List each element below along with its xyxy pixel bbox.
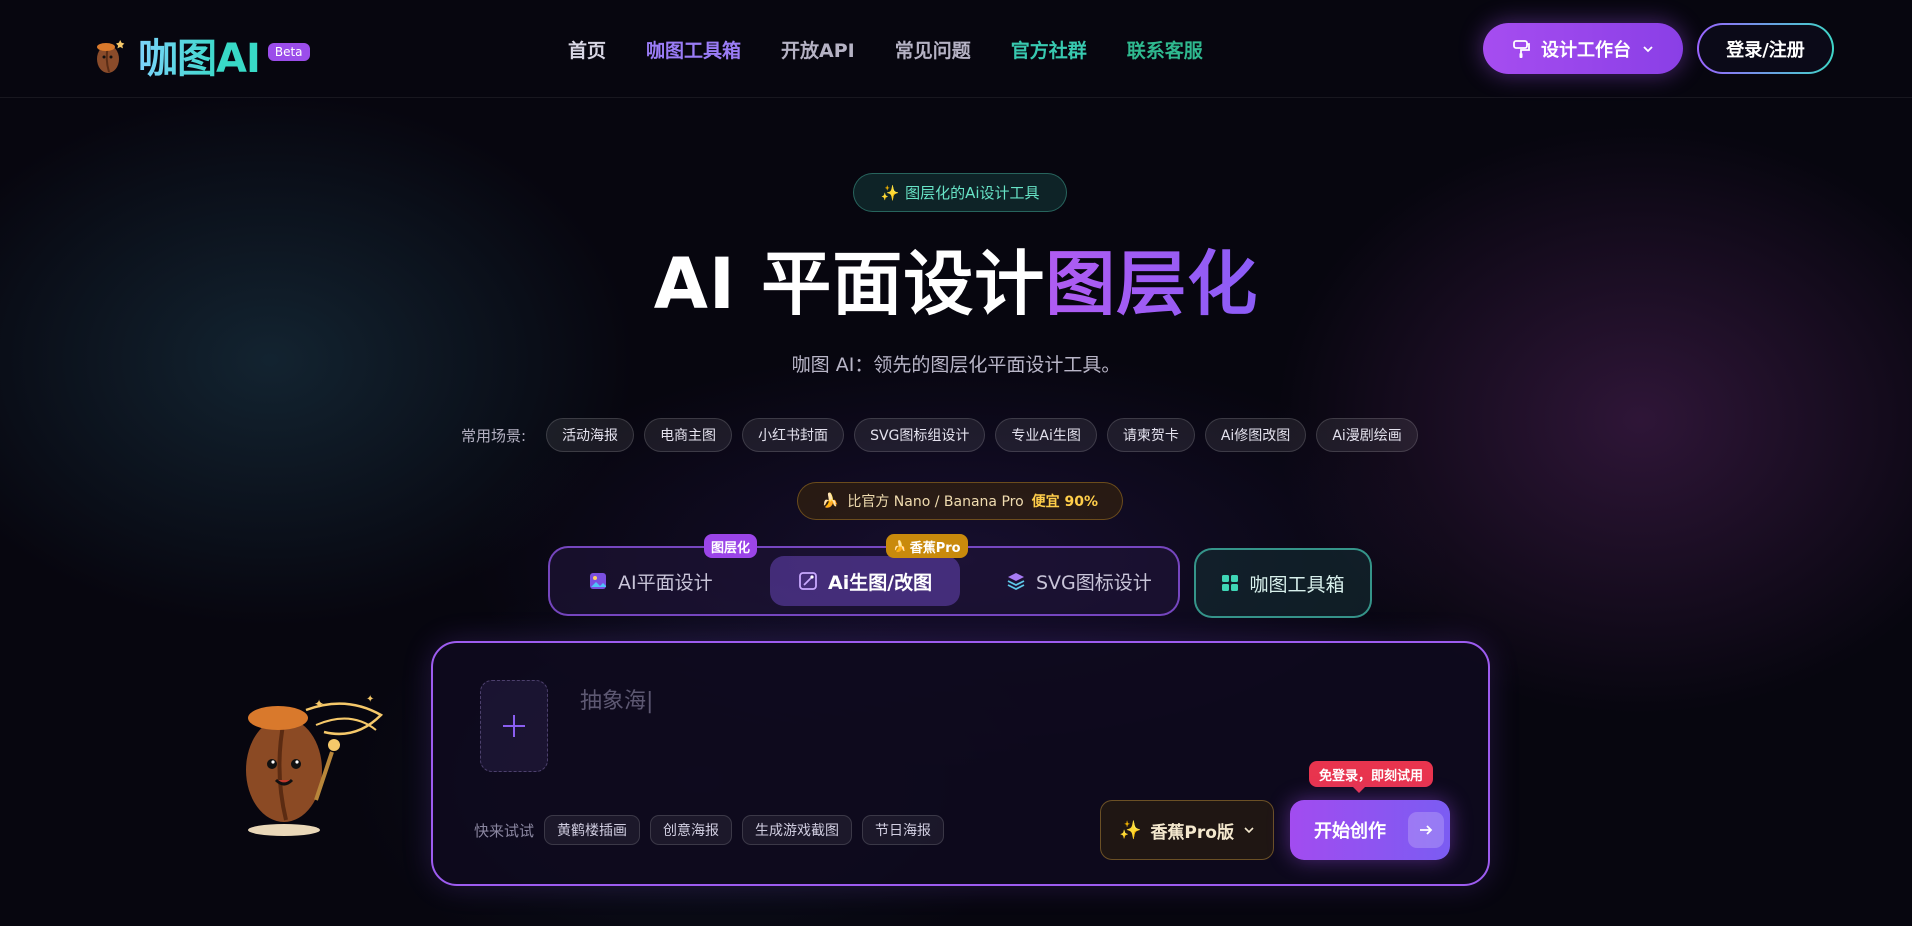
scene-chip[interactable]: Ai漫剧绘画: [1316, 418, 1418, 452]
plus-icon: [503, 715, 525, 737]
scene-chip[interactable]: 专业Ai生图: [995, 418, 1097, 452]
login-button[interactable]: 登录/注册: [1697, 23, 1834, 74]
nav-faq[interactable]: 常见问题: [895, 36, 971, 63]
mode-tabs: AI平面设计 图层化 Ai生图/改图 🍌 香蕉Pro SVG图标设计: [548, 534, 1180, 616]
scene-chip[interactable]: 活动海报: [546, 418, 635, 452]
coffee-bean-wizard-mascot: ✦ ✦: [246, 694, 384, 836]
chevron-down-icon: [1643, 45, 1653, 52]
arrow-right-icon: [1408, 812, 1444, 848]
sparkle-icon: ✨: [880, 183, 900, 202]
layered-badge: 图层化: [704, 534, 758, 558]
price-promo-badge: 🍌 比官方 Nano / Banana Pro 便宜 90%: [797, 482, 1123, 520]
tab-ai-image-edit[interactable]: Ai生图/改图: [770, 556, 960, 606]
scene-chip[interactable]: Ai修图改图: [1204, 418, 1307, 452]
layers-icon: [1007, 573, 1025, 591]
toolbox-label: 咖图工具箱: [1249, 573, 1345, 596]
scene-chip[interactable]: 请柬贺卡: [1106, 418, 1195, 452]
quick-try-chip[interactable]: 黄鹤楼插画: [544, 815, 641, 845]
hero-title-accent: 图层化: [1045, 243, 1259, 325]
toolbox-button[interactable]: 咖图工具箱: [1194, 548, 1372, 618]
nav-community[interactable]: 官方社群: [1011, 36, 1087, 63]
start-create-button[interactable]: 开始创作: [1290, 800, 1450, 860]
nav-toolbox[interactable]: 咖图工具箱: [646, 36, 741, 63]
workspace-button[interactable]: 设计工作台: [1483, 23, 1683, 74]
top-header: 咖图AI Beta 首页 咖图工具箱 开放API 常见问题 官方社群 联系客服 …: [0, 0, 1912, 98]
badge-text: 香蕉Pro: [909, 540, 961, 556]
upload-image-button[interactable]: [480, 680, 548, 772]
brand-name: 咖图AI: [138, 26, 261, 84]
nav-home[interactable]: 首页: [568, 36, 606, 63]
hero-title: AI 平面设计图层化: [0, 228, 1912, 329]
nav-open-api[interactable]: 开放API: [781, 36, 855, 63]
tagline-text: 图层化的Ai设计工具: [905, 184, 1040, 202]
sparkle-icon: ✨: [1119, 819, 1142, 841]
magic-image-icon: [799, 572, 817, 590]
model-label: 香蕉Pro版: [1150, 822, 1234, 843]
quick-try-chip[interactable]: 生成游戏截图: [742, 815, 853, 845]
scene-chip[interactable]: 小红书封面: [742, 418, 845, 452]
image-icon: [590, 573, 606, 589]
banana-pro-badge: 🍌 香蕉Pro: [886, 534, 968, 558]
quick-try-chip[interactable]: 节日海报: [862, 815, 945, 845]
quick-try-row: 快来试试 黄鹤楼插画 创意海报 生成游戏截图 节日海报: [474, 815, 945, 845]
tab-label: AI平面设计: [618, 571, 713, 594]
tab-ai-graphic-design[interactable]: AI平面设计: [588, 556, 713, 606]
model-select[interactable]: ✨ 香蕉Pro版: [1100, 800, 1274, 860]
promo-text: 比官方 Nano / Banana Pro: [847, 494, 1024, 510]
hero-title-main: AI 平面设计: [653, 243, 1046, 325]
prompt-panel: 抽象海| 快来试试 黄鹤楼插画 创意海报 生成游戏截图 节日海报 ✨ 香蕉Pro…: [431, 641, 1490, 886]
workspace-label: 设计工作台: [1541, 39, 1631, 61]
svg-text:✦: ✦: [314, 697, 324, 711]
grid-icon: [1222, 575, 1239, 591]
hero-subtitle: 咖图 AI：领先的图层化平面设计工具。: [791, 354, 1121, 376]
scene-chips: 常用场景: 活动海报 电商主图 小红书封面 SVG图标组设计 专业Ai生图 请柬…: [461, 418, 1418, 452]
banana-icon: 🍌: [893, 539, 907, 553]
prompt-input[interactable]: 抽象海|: [580, 683, 653, 715]
free-trial-tag: 免登录，即刻试用: [1309, 761, 1434, 793]
start-label: 开始创作: [1314, 821, 1386, 842]
scene-chip[interactable]: 电商主图: [644, 418, 733, 452]
tab-svg-icon-design[interactable]: SVG图标设计: [1006, 556, 1152, 606]
chevron-down-icon: [1244, 827, 1254, 834]
svg-text:✦: ✦: [366, 694, 374, 705]
brand-logo[interactable]: 咖图AI Beta: [88, 26, 310, 84]
promo-highlight: 便宜 90%: [1031, 494, 1099, 510]
nav-support[interactable]: 联系客服: [1127, 36, 1203, 63]
paint-roller-icon: [1513, 39, 1530, 58]
coffee-bean-mascot-icon: [97, 40, 125, 73]
tab-label: Ai生图/改图: [828, 571, 933, 594]
banana-icon: 🍌: [821, 493, 840, 509]
tab-label: SVG图标设计: [1036, 571, 1152, 594]
beta-badge: Beta: [267, 43, 310, 61]
quick-try-chip[interactable]: 创意海报: [650, 815, 733, 845]
scene-chip[interactable]: SVG图标组设计: [854, 418, 986, 452]
tagline-badge: ✨ 图层化的Ai设计工具: [853, 173, 1067, 212]
main-nav: 首页 咖图工具箱 开放API 常见问题 官方社群 联系客服: [568, 36, 1203, 63]
quick-try-label: 快来试试: [474, 821, 535, 840]
scenes-label: 常用场景:: [461, 426, 527, 445]
